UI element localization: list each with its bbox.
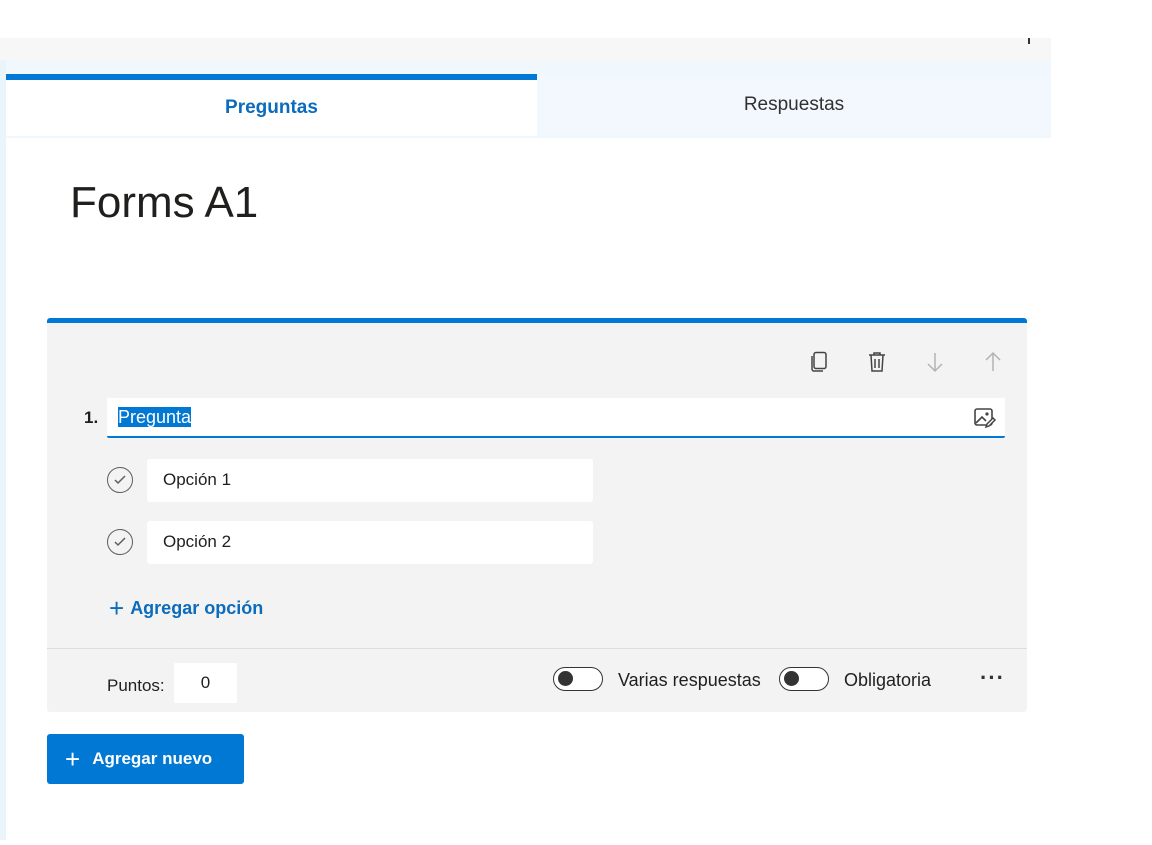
tab-preguntas[interactable]: Preguntas <box>6 74 537 136</box>
insert-media-icon[interactable] <box>973 406 997 430</box>
points-label: Puntos: <box>107 676 165 695</box>
delete-icon[interactable] <box>863 348 891 376</box>
question-input[interactable]: Pregunta <box>107 398 1005 438</box>
plus-icon: + <box>65 744 81 774</box>
top-strip-mark <box>1028 38 1030 44</box>
points-input[interactable]: 0 <box>174 663 237 703</box>
tab-bar: Preguntas Respuestas <box>6 60 1051 138</box>
multiple-answers-label: Varias respuestas <box>618 670 761 690</box>
correct-answer-check-icon[interactable] <box>107 529 133 555</box>
more-options-icon[interactable]: ··· <box>980 665 1005 691</box>
add-option-label: Agregar opción <box>130 597 264 618</box>
question-footer: Puntos: 0 Varias respuestas Obligatoria … <box>47 648 1027 712</box>
move-up-icon[interactable] <box>979 348 1007 376</box>
question-card[interactable]: 1. Pregunta Opción 1 Opción 2 + Agregar … <box>47 318 1027 712</box>
add-new-label: Agregar nuevo <box>92 749 213 768</box>
add-option-button[interactable]: + Agregar opción <box>109 595 263 621</box>
copy-icon[interactable] <box>805 348 833 376</box>
top-strip <box>0 38 1051 60</box>
option-row-2: Opción 2 <box>107 520 607 564</box>
multiple-answers-toggle[interactable] <box>553 667 603 691</box>
add-new-button[interactable]: + Agregar nuevo <box>47 734 244 784</box>
move-down-icon[interactable] <box>921 348 949 376</box>
option-row-1: Opción 1 <box>107 458 607 502</box>
question-number: 1. <box>84 408 99 427</box>
toggle-knob <box>558 671 573 686</box>
question-text[interactable]: Pregunta <box>118 407 192 428</box>
correct-answer-check-icon[interactable] <box>107 467 133 493</box>
option-input-2[interactable]: Opción 2 <box>147 520 593 564</box>
required-label: Obligatoria <box>844 670 932 690</box>
plus-icon: + <box>109 593 125 623</box>
form-title[interactable]: Forms A1 <box>70 178 258 228</box>
required-toggle[interactable] <box>779 667 829 691</box>
option-input-1[interactable]: Opción 1 <box>147 458 593 502</box>
question-toolbar <box>805 348 1007 376</box>
tab-respuestas[interactable]: Respuestas <box>537 74 1051 136</box>
question-text-selected: Pregunta <box>118 407 192 427</box>
toggle-knob <box>784 671 799 686</box>
